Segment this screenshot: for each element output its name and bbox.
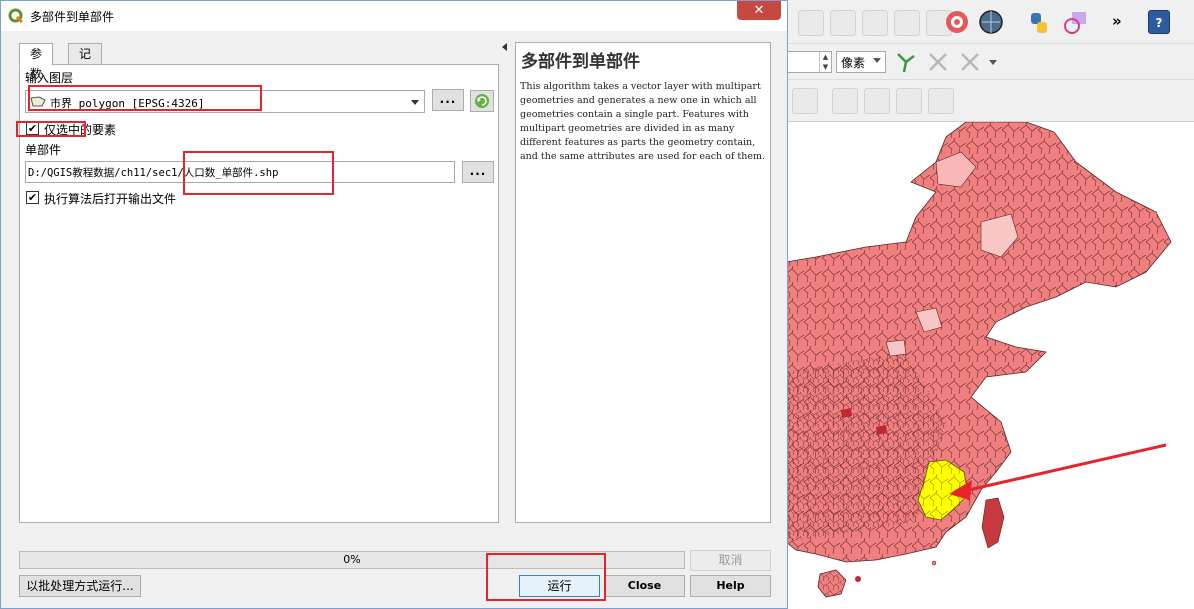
globe-plugin-icon[interactable] xyxy=(978,9,1004,35)
python-console-icon[interactable] xyxy=(1026,10,1052,36)
snapping-tolerance-input[interactable]: ▲ ▼ xyxy=(786,51,832,73)
output-label: 单部件 xyxy=(25,143,62,157)
plugin-manager-icon[interactable] xyxy=(1062,10,1088,36)
cancel-button[interactable]: 取消 xyxy=(690,550,771,571)
close-button[interactable]: Close xyxy=(604,575,685,597)
open-after-checkbox[interactable]: ✔ xyxy=(26,191,39,204)
collapse-help-arrow-icon[interactable] xyxy=(502,43,507,51)
delete-vertex-icon[interactable] xyxy=(926,50,950,74)
tab-parameters[interactable]: 参数 xyxy=(19,43,54,81)
map-canvas[interactable] xyxy=(786,122,1194,609)
help-description: This algorithm takes a vector layer with… xyxy=(520,81,766,162)
help-icon[interactable]: ? xyxy=(1148,10,1170,34)
fill-ring-icon[interactable] xyxy=(928,88,954,114)
open-after-label: 执行算法后打开输出文件 xyxy=(44,192,177,206)
window-close-button[interactable]: ✕ xyxy=(737,1,781,20)
vertex-tool-icon[interactable] xyxy=(894,50,918,74)
simplify-feature-icon[interactable] xyxy=(832,88,858,114)
split-dropdown-arrow[interactable] xyxy=(989,60,997,65)
taiwan-island xyxy=(981,497,1005,549)
shape-digitizing-toolbar xyxy=(786,80,1194,122)
help-button[interactable]: Help xyxy=(690,575,771,597)
annotation-box-selected-only xyxy=(16,121,86,137)
refresh-icon xyxy=(475,94,489,108)
tolerance-unit-select[interactable]: 像素 xyxy=(836,51,886,73)
dialog-titlebar[interactable]: 多部件到单部件 ✕ xyxy=(1,1,787,31)
tab-log[interactable]: 记录 xyxy=(68,43,103,81)
iterate-layer-button[interactable] xyxy=(470,90,494,112)
gps-target-icon[interactable] xyxy=(944,9,970,35)
label-pin-icon[interactable] xyxy=(830,10,856,36)
unit-select-value: 像素 xyxy=(841,56,866,70)
rotate-feature-icon[interactable] xyxy=(792,88,818,114)
label-move-icon[interactable] xyxy=(894,10,920,36)
china-county-map xyxy=(786,122,1172,598)
window-title: 多部件到单部件 xyxy=(30,10,115,24)
annotation-box-run xyxy=(486,553,606,601)
chevron-down-icon xyxy=(411,100,419,105)
run-as-batch-button[interactable]: 以批处理方式运行... xyxy=(19,575,141,597)
label-tool-icon[interactable] xyxy=(798,10,824,36)
add-part-icon[interactable] xyxy=(896,88,922,114)
qgis-logo-icon xyxy=(8,8,24,24)
add-ring-icon[interactable] xyxy=(864,88,890,114)
plugins-toolbar: » ? xyxy=(786,0,1194,44)
help-title: 多部件到单部件 xyxy=(521,52,640,72)
annotation-box-input-layer xyxy=(28,85,262,111)
chevron-down-icon xyxy=(873,58,881,63)
split-features-icon[interactable] xyxy=(958,50,982,74)
label-show-icon[interactable] xyxy=(862,10,888,36)
parameters-panel: 输入图层 市界_polygon [EPSG:4326] ... ✔ 仅选中的要素… xyxy=(19,64,499,523)
input-layer-browse-button[interactable]: ... xyxy=(432,89,464,111)
tolerance-spinner[interactable]: ▲ ▼ xyxy=(819,52,831,72)
toolbar-overflow-icon[interactable]: » xyxy=(1112,12,1138,38)
output-browse-button[interactable]: ... xyxy=(462,161,494,183)
annotation-box-output-name xyxy=(183,151,334,195)
help-panel: 多部件到单部件 This algorithm takes a vector la… xyxy=(515,42,771,523)
